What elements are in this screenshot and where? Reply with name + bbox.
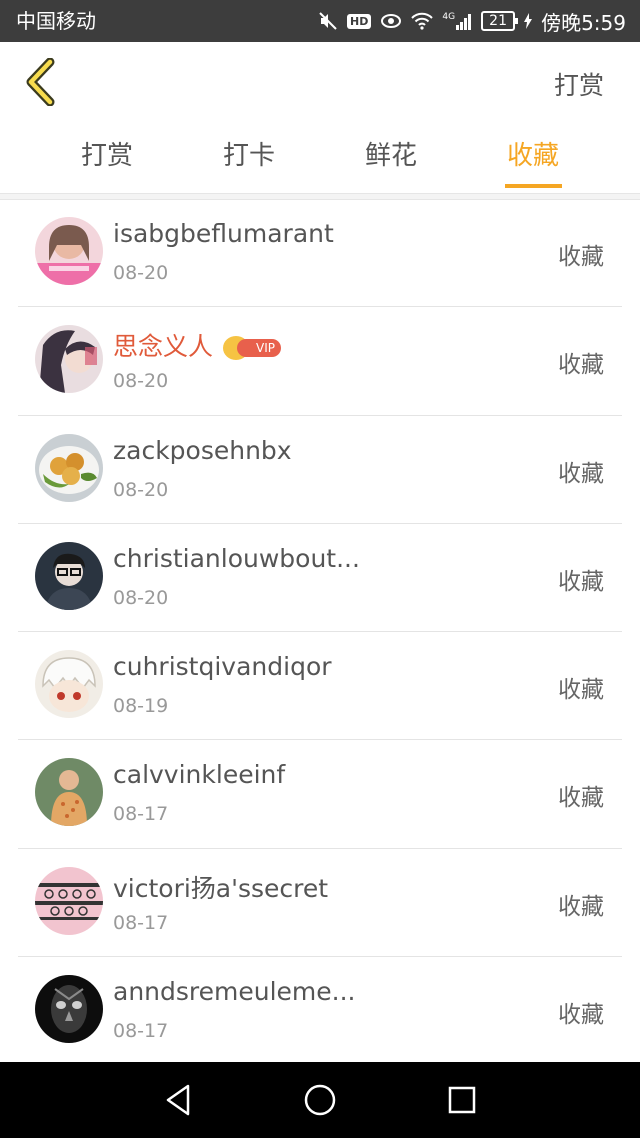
- user-name[interactable]: isabgbeflumarant: [113, 219, 334, 248]
- user-name[interactable]: victori扬a'ssecret: [113, 869, 328, 905]
- eye-icon: [380, 13, 402, 29]
- vip-badge: VIP: [223, 336, 283, 361]
- status-bar: 中国移动 HD 4G 21 傍晚5:59: [0, 0, 640, 42]
- favorites-list: isabgbeflumarant 08-20 收藏 思念义人 VIP 08-20 …: [0, 199, 640, 1065]
- tab-active-indicator: [505, 184, 562, 188]
- navigation-bar: [0, 1062, 640, 1138]
- action-label: 收藏: [558, 568, 604, 595]
- battery-icon: 21: [481, 11, 519, 31]
- status-icons: HD 4G 21 傍晚5:59: [318, 8, 626, 35]
- nav-recents-button[interactable]: [444, 1082, 480, 1118]
- title-bar: 打赏: [0, 42, 640, 124]
- action-label: 收藏: [558, 677, 604, 704]
- favorite-date: 08-20: [113, 262, 169, 284]
- avatar[interactable]: [35, 433, 103, 502]
- favorite-date: 08-19: [113, 695, 169, 718]
- action-label: 收藏: [558, 352, 604, 379]
- user-name[interactable]: zackposehnbx: [113, 436, 292, 465]
- list-item[interactable]: anndsremeuleme... 08-17 收藏: [18, 957, 622, 1065]
- signal-icon: 4G: [442, 12, 472, 30]
- avatar[interactable]: [35, 975, 103, 1044]
- list-item[interactable]: cuhristqivandiqor 08-19 收藏: [18, 632, 622, 741]
- wifi-icon: [411, 12, 434, 30]
- favorite-date: 08-20: [113, 586, 169, 609]
- favorite-date: 08-20: [113, 370, 169, 393]
- user-name-text[interactable]: 思念义人: [113, 332, 213, 361]
- avatar[interactable]: [35, 541, 103, 610]
- chevron-left-icon: [26, 57, 55, 107]
- list-item[interactable]: christianlouwbout... 08-20 收藏: [18, 524, 622, 633]
- user-name[interactable]: 思念义人 VIP: [113, 327, 283, 363]
- home-circle-icon: [304, 1084, 336, 1116]
- user-name[interactable]: christianlouwbout...: [113, 544, 360, 573]
- tab-flowers[interactable]: 鲜花: [320, 136, 462, 176]
- list-item[interactable]: 思念义人 VIP 08-20 收藏: [18, 307, 622, 416]
- avatar[interactable]: [35, 217, 103, 285]
- tip-button[interactable]: 打赏: [554, 66, 604, 102]
- list-item[interactable]: isabgbeflumarant 08-20 收藏: [18, 199, 622, 308]
- user-name[interactable]: calvvinkleeinf: [113, 760, 285, 789]
- mute-icon: [318, 11, 338, 31]
- back-button[interactable]: [22, 57, 62, 107]
- action-label: 收藏: [558, 785, 604, 812]
- avatar[interactable]: [35, 325, 103, 394]
- user-name[interactable]: anndsremeuleme...: [113, 977, 356, 1006]
- charging-icon: [524, 13, 533, 29]
- back-triangle-icon: [166, 1084, 190, 1116]
- nav-home-button[interactable]: [302, 1082, 338, 1118]
- tab-checkin[interactable]: 打卡: [178, 136, 320, 176]
- favorite-date: 08-17: [113, 803, 169, 826]
- nav-back-button[interactable]: [160, 1082, 196, 1118]
- tab-favorites[interactable]: 收藏: [462, 136, 604, 176]
- tab-tip[interactable]: 打赏: [36, 136, 178, 176]
- recents-square-icon: [448, 1086, 476, 1114]
- list-item[interactable]: zackposehnbx 08-20 收藏: [18, 416, 622, 524]
- carrier-label: 中国移动: [16, 9, 96, 33]
- list-item[interactable]: victori扬a'ssecret 08-17 收藏: [18, 849, 622, 958]
- avatar[interactable]: [35, 866, 103, 935]
- list-item[interactable]: calvvinkleeinf 08-17 收藏: [18, 740, 622, 849]
- favorite-date: 08-20: [113, 478, 169, 501]
- action-label: 收藏: [558, 244, 604, 270]
- favorite-date: 08-17: [113, 1020, 169, 1043]
- action-label: 收藏: [558, 1002, 604, 1029]
- vip-label: VIP: [237, 339, 282, 358]
- action-label: 收藏: [558, 893, 604, 920]
- avatar[interactable]: [35, 650, 103, 719]
- hd-icon: HD: [347, 13, 372, 29]
- action-label: 收藏: [558, 460, 604, 487]
- network-label: 4G: [442, 12, 456, 22]
- clock: 傍晚5:59: [541, 10, 626, 35]
- avatar[interactable]: [35, 758, 103, 827]
- user-name[interactable]: cuhristqivandiqor: [113, 652, 332, 681]
- favorite-date: 08-17: [113, 911, 169, 934]
